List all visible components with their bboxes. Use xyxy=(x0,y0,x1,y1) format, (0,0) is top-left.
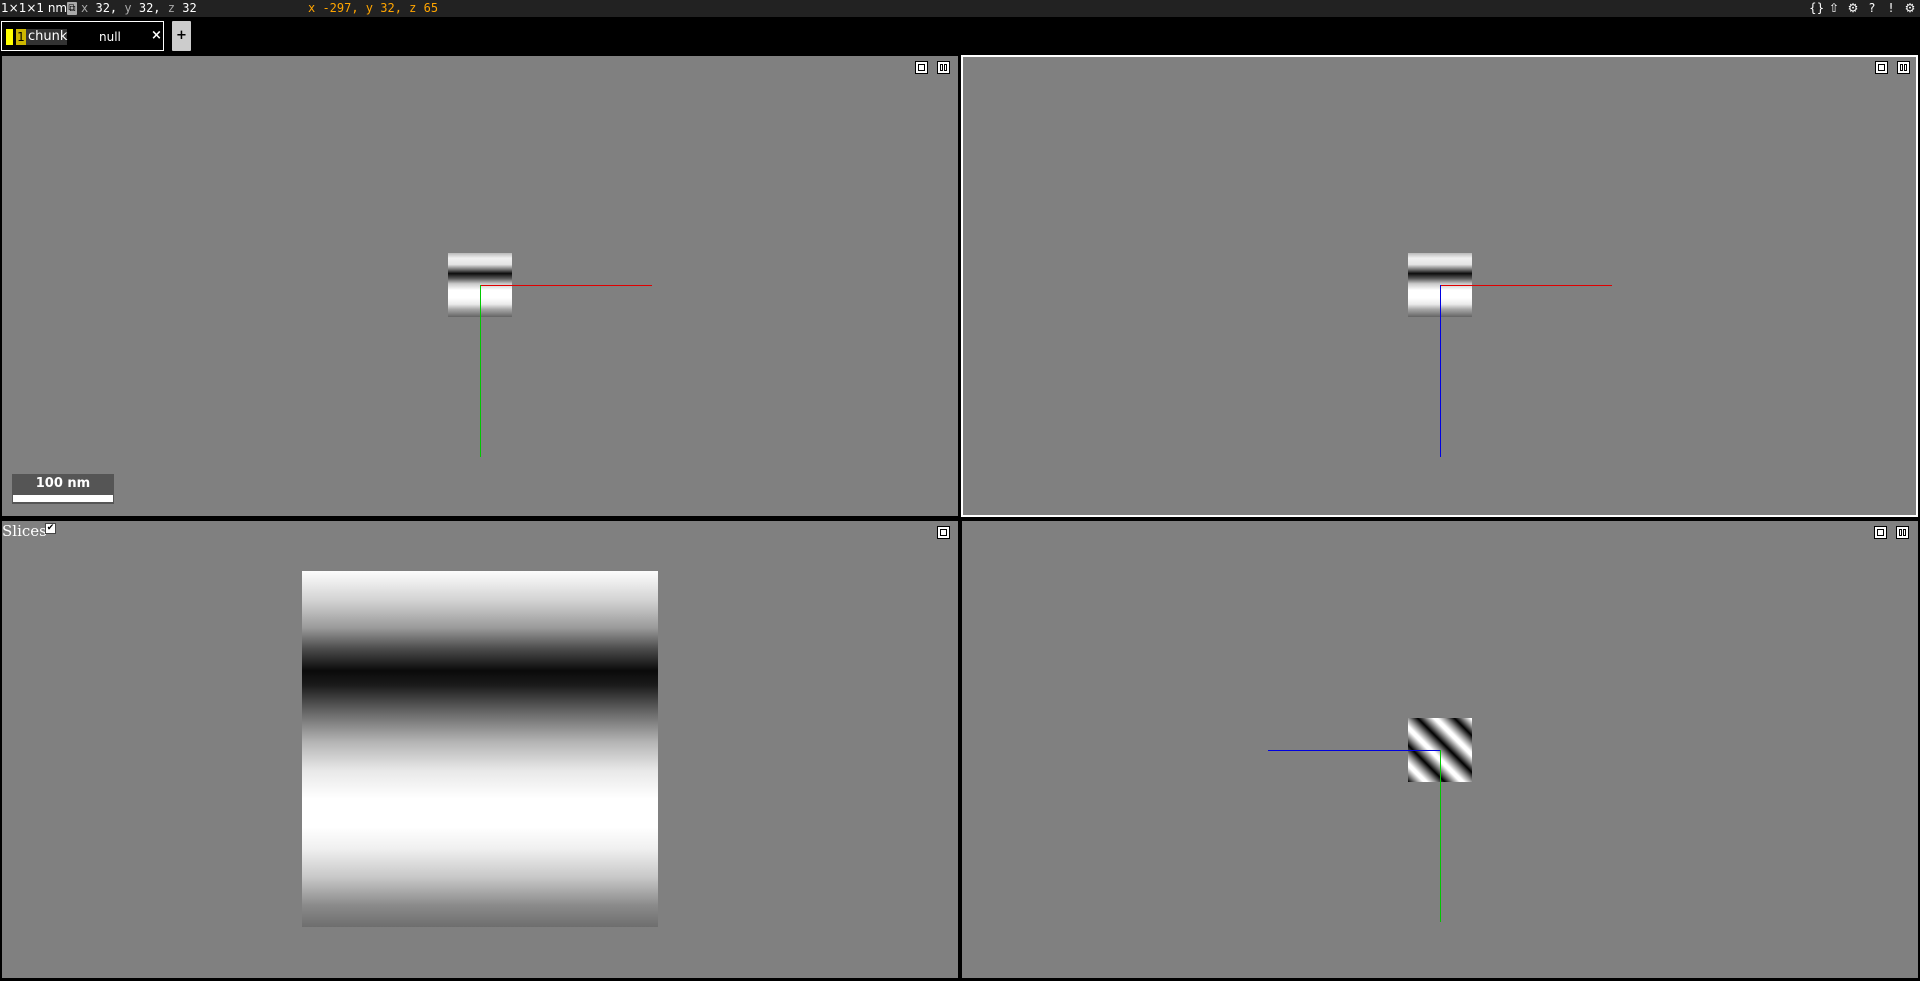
layer-value: null xyxy=(99,30,121,44)
slices-label: Slices xyxy=(2,522,47,540)
json-state-icon[interactable]: {} xyxy=(1809,1,1824,15)
coord-z-label: z xyxy=(167,1,176,15)
top-bar: 1×1×1 nm³ ⧉ x 32, y 32, z 32 x -297, y 3… xyxy=(0,0,1920,17)
scale-bar: 100 nm xyxy=(12,474,114,504)
layer-number: 1 xyxy=(16,29,26,45)
scale-bar-rule xyxy=(13,495,113,502)
layer-panel-icon[interactable]: ⚙ xyxy=(1904,1,1916,15)
upload-icon[interactable]: ⇧ xyxy=(1828,1,1840,15)
coord-x-label: x xyxy=(81,1,89,15)
coord-y-value[interactable]: 32, xyxy=(139,1,161,15)
split-panel-button[interactable] xyxy=(1896,526,1909,539)
toolbar-icons: {} ⇧ ⚙ ? ! ⚙ xyxy=(1809,1,1916,15)
split-panel-button[interactable] xyxy=(937,61,950,74)
slices-checkbox[interactable]: ✔ xyxy=(45,523,56,534)
layer-bar: 1 chunk null × + xyxy=(0,17,1920,55)
voxel-dimensions[interactable]: 1×1×1 nm³ xyxy=(1,1,72,15)
z-axis-line xyxy=(1268,750,1440,751)
y-axis-line xyxy=(1440,750,1441,922)
z-axis-line xyxy=(1440,285,1441,457)
help-icon[interactable]: ? xyxy=(1866,1,1878,15)
layer-visibility-swatch[interactable] xyxy=(6,29,13,45)
split-panel-button[interactable] xyxy=(1897,61,1910,74)
scale-bar-label: 100 nm xyxy=(35,476,91,491)
y-axis-line xyxy=(480,285,481,457)
x-axis-line xyxy=(480,285,652,286)
viewer-panel-yz[interactable] xyxy=(962,521,1918,978)
maximize-panel-button[interactable] xyxy=(1874,526,1887,539)
close-icon[interactable]: × xyxy=(151,28,162,43)
viewer-panel-xy[interactable]: 100 nm xyxy=(2,56,958,516)
x-axis-line xyxy=(1440,285,1612,286)
viewer-panel-xz[interactable] xyxy=(961,55,1918,517)
layer-name[interactable]: chunk xyxy=(26,29,67,45)
chunk-3d-slice xyxy=(302,571,658,927)
mouse-position: x -297, y 32, z 65 xyxy=(308,1,439,15)
maximize-panel-button[interactable] xyxy=(937,526,950,539)
coord-y-label: y xyxy=(124,1,132,15)
maximize-panel-button[interactable] xyxy=(1875,61,1888,74)
add-layer-button[interactable]: + xyxy=(172,21,191,51)
settings-icon[interactable]: ⚙ xyxy=(1847,1,1859,15)
maximize-panel-button[interactable] xyxy=(915,61,928,74)
link-icon[interactable]: ⧉ xyxy=(67,2,77,15)
viewer-panel-3d[interactable]: Slices ✔ xyxy=(2,521,958,978)
layer-item[interactable]: 1 chunk null × xyxy=(1,21,164,51)
coord-z-value[interactable]: 32 xyxy=(182,1,196,15)
alert-icon[interactable]: ! xyxy=(1885,1,1897,15)
coord-x-value[interactable]: 32, xyxy=(95,1,117,15)
position-widget[interactable]: x 32, y 32, z 32 xyxy=(81,1,197,15)
